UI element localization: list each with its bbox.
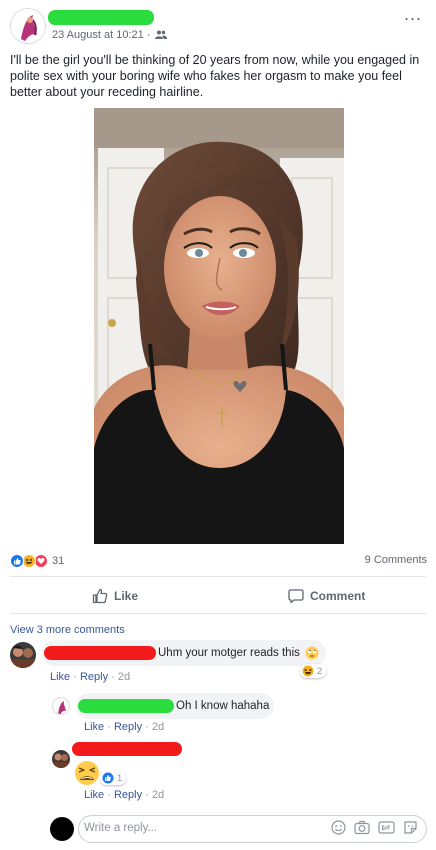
haha-icon: [302, 665, 314, 677]
comment-like-link[interactable]: Like: [50, 671, 70, 683]
like-button[interactable]: Like: [92, 586, 138, 606]
sticker-like-link[interactable]: Like: [84, 789, 104, 801]
like-icon: [10, 554, 24, 568]
reply-reply-link[interactable]: Reply: [114, 721, 142, 733]
comment-reaction-badge[interactable]: 1: [100, 771, 127, 785]
reaction-count[interactable]: 31: [52, 555, 64, 567]
love-icon: [34, 554, 48, 568]
post-photo[interactable]: [94, 108, 344, 544]
gif-icon[interactable]: [378, 820, 395, 835]
reply-text: Oh I know hahaha: [176, 700, 270, 712]
commenter-avatar[interactable]: [10, 642, 36, 668]
comment-reply-link[interactable]: Reply: [80, 671, 108, 683]
friends-icon: [154, 30, 167, 39]
comment-icon: [288, 589, 304, 604]
reply-like-link[interactable]: Like: [84, 721, 104, 733]
replier-avatar[interactable]: [52, 697, 70, 715]
divider: [10, 613, 426, 614]
reactions-summary[interactable]: 31: [10, 552, 64, 570]
badge-count: 2: [317, 665, 323, 677]
rolling-eyes-icon: [305, 646, 319, 665]
camera-icon[interactable]: [354, 820, 370, 835]
reply-time[interactable]: 2d: [152, 721, 164, 733]
more-options-icon[interactable]: ...: [404, 4, 422, 25]
replier-name-redaction: [78, 699, 174, 713]
commenter-avatar[interactable]: [52, 750, 70, 768]
author-avatar[interactable]: [10, 8, 46, 44]
reply-attachments: [331, 820, 418, 835]
author-name-redaction: [48, 10, 154, 25]
commenter-name-redaction: [72, 742, 182, 756]
sticker-time[interactable]: 2d: [152, 789, 164, 801]
post-text: I'll be the girl you'll be thinking of 2…: [10, 53, 420, 99]
sticker-reply-link[interactable]: Reply: [114, 789, 142, 801]
haha-icon: [22, 554, 36, 568]
tired-face-emoji: [74, 760, 100, 791]
comment-text: Uhm your motger reads this: [158, 647, 300, 659]
divider: [10, 576, 426, 577]
like-icon: [102, 772, 114, 784]
comment-time[interactable]: 2d: [118, 671, 130, 683]
emoji-icon[interactable]: [331, 820, 346, 835]
sticker-comment-actions: Like · Reply · 2d: [84, 789, 165, 801]
comments-count[interactable]: 9 Comments: [365, 554, 427, 566]
reply-actions: Like · Reply · 2d: [84, 721, 165, 733]
comment-actions: Like · Reply · 2d: [50, 671, 131, 683]
sticker-icon[interactable]: [403, 820, 418, 835]
like-label: Like: [114, 589, 139, 603]
thumbs-up-icon: [92, 588, 108, 604]
reply-placeholder[interactable]: Write a reply...: [84, 822, 157, 834]
commenter-name-redaction: [44, 646, 156, 660]
view-more-comments-link[interactable]: View 3 more comments: [10, 624, 125, 636]
comment-reaction-badge[interactable]: 2: [300, 664, 327, 678]
post-timestamp[interactable]: 23 August at 10:21 ·: [52, 29, 167, 41]
badge-count: 1: [117, 772, 123, 784]
comment-label: Comment: [310, 589, 366, 603]
current-user-avatar: [50, 817, 74, 841]
post-date[interactable]: 23 August at 10:21 ·: [52, 29, 150, 41]
comment-button[interactable]: Comment: [288, 586, 365, 606]
